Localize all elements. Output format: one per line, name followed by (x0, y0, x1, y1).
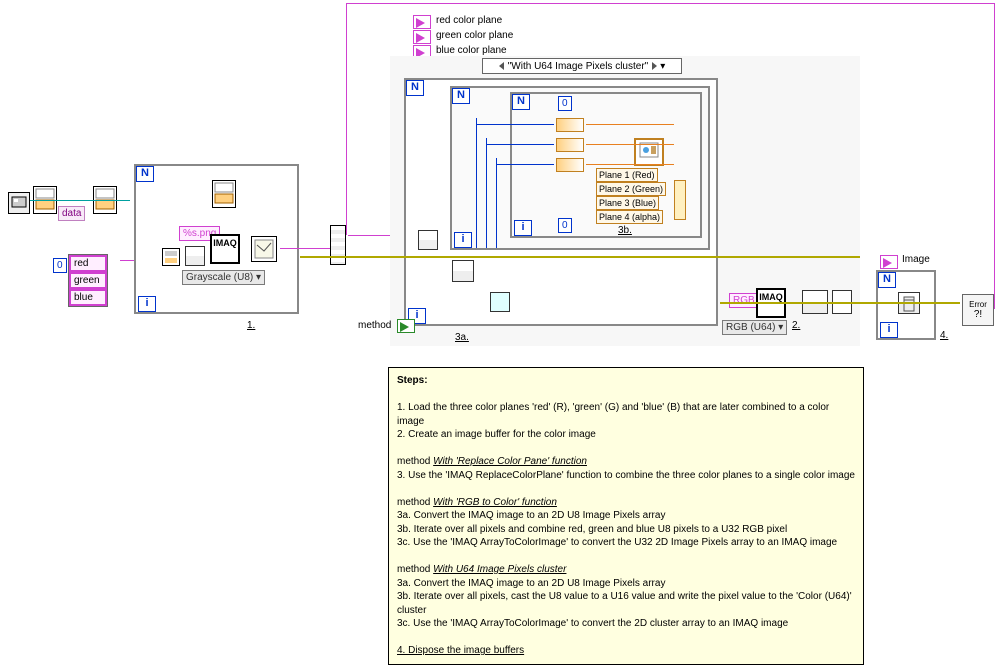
build-array-node[interactable] (330, 225, 346, 265)
format-node[interactable] (162, 248, 180, 266)
wire-blue-h1 (476, 124, 554, 125)
plane3-item: Plane 3 (Blue) (596, 196, 659, 210)
green-plane-label: green color plane (436, 30, 513, 41)
method-label: method (358, 320, 391, 331)
grayscale-ring[interactable]: Grayscale (U8) ▾ (182, 270, 265, 285)
wire-org-3 (586, 164, 674, 165)
bundle-by-name[interactable] (674, 180, 686, 220)
plane4-item: Plane 4 (alpha) (596, 210, 663, 224)
steps-m1-3: 3. Use the 'IMAQ ReplaceColorPlane' func… (397, 470, 855, 481)
case-prev-icon[interactable] (499, 62, 504, 70)
for1-i: i (138, 296, 156, 312)
steps-m3-3c: 3c. Use the 'IMAQ ArrayToColorImage' to … (397, 618, 788, 629)
steps-s4: 4. Dispose the image buffers (397, 645, 524, 656)
feedback-wire-top (346, 3, 994, 4)
for1-n: N (136, 166, 154, 182)
zero-const-inner-2: 0 (558, 218, 572, 233)
steps-m2-3a: 3a. Convert the IMAQ image to an 2D U8 I… (397, 510, 665, 521)
red-plane-label: red color plane (436, 15, 502, 26)
wire-org-1 (586, 124, 674, 125)
case-next-icon[interactable] (652, 62, 657, 70)
steps-m3-head: With U64 Image Pixels cluster (433, 564, 566, 575)
color-u64-indicator (634, 138, 664, 166)
index-array-vi[interactable] (418, 230, 438, 250)
wire-error-main (300, 256, 860, 258)
imaq-create-1[interactable]: IMAQ (210, 234, 240, 264)
feedback-wire-right (994, 3, 995, 309)
simple-error-handler[interactable]: Error ?! (962, 294, 994, 326)
rgb-u64-ring[interactable]: RGB (U64) ▾ (722, 320, 787, 335)
data-local-var: data (58, 206, 85, 221)
step-4-label: 4. (940, 330, 948, 341)
wire-blue-h2 (486, 144, 554, 145)
unbundle-vi[interactable] (490, 292, 510, 312)
steps-s2: 2. Create an image buffer for the color … (397, 429, 596, 440)
steps-m3-3a: 3a. Convert the IMAQ image to an 2D U8 I… (397, 578, 665, 589)
zero-const-inner: 0 (558, 96, 572, 111)
wire-pink-2 (280, 248, 330, 249)
image-indicator-terminal (880, 255, 898, 269)
for3b-i: i (514, 220, 532, 236)
wire-blue-2 (486, 138, 487, 248)
wire-org-2 (586, 144, 674, 145)
wire-blue-1 (476, 118, 477, 248)
for3b-n: N (512, 94, 530, 110)
zero-index-const: 0 (53, 258, 67, 273)
wire-blue-3 (496, 158, 497, 248)
grayscale-ring-text: Grayscale (U8) (186, 272, 253, 283)
for4-n: N (878, 272, 896, 288)
blue-plane-label: blue color plane (436, 45, 507, 56)
path-build-vi[interactable] (185, 246, 205, 266)
color-names-array: red green blue (68, 254, 108, 307)
method-terminal (397, 319, 415, 333)
color-row-green: green (69, 272, 107, 289)
steps-m1-head: With 'Replace Color Pane' function (433, 456, 587, 467)
imaq-to-array-vi[interactable] (452, 260, 474, 282)
steps-comment: Steps: 1. Load the three color planes 'r… (388, 367, 864, 665)
imaq-readfile-vi[interactable] (251, 236, 277, 262)
wire-teal-1 (30, 200, 130, 201)
color-row-red: red (69, 255, 107, 272)
steps-title: Steps: (397, 375, 428, 386)
steps-m2-3c: 3c. Use the 'IMAQ ArrayToColorImage' to … (397, 537, 837, 548)
rgb-const: RGB (729, 293, 759, 308)
feedback-wire-left (346, 3, 347, 235)
case-selector-label: "With U64 Image Pixels cluster" (508, 61, 648, 72)
convert-u16-1[interactable] (556, 118, 584, 132)
convert-u16-2[interactable] (556, 138, 584, 152)
step-3a-label: 3a. (455, 332, 469, 343)
wire-error-2 (720, 302, 860, 304)
green-plane-terminal (413, 30, 431, 44)
step-3b-label: 3b. (618, 225, 632, 236)
for3a-n: N (406, 80, 424, 96)
wire-error-3 (860, 302, 960, 304)
case-selector[interactable]: "With U64 Image Pixels cluster" ▾ (482, 58, 682, 74)
rgb-u64-text: RGB (U64) (726, 322, 775, 333)
wire-blue-h3 (496, 164, 554, 165)
plane1-item: Plane 1 (Red) (596, 168, 658, 182)
step-1-label: 1. (247, 320, 255, 331)
red-plane-terminal (413, 15, 431, 29)
steps-m3-3b: 3b. Iterate over all pixels, cast the U8… (397, 591, 852, 616)
image-indicator-label: Image (902, 254, 930, 265)
color-row-blue: blue (69, 289, 107, 306)
step-2-label: 2. (792, 320, 800, 331)
steps-s1: 1. Load the three color planes 'red' (R)… (397, 402, 829, 427)
wire-pink-arr (120, 260, 134, 261)
for-col-n: N (452, 88, 470, 104)
steps-m2-head: With 'RGB to Color' function (433, 497, 557, 508)
for4-i: i (880, 322, 898, 338)
app-ref-icon (8, 192, 30, 214)
plane2-item: Plane 2 (Green) (596, 182, 666, 196)
for-col-i: i (454, 232, 472, 248)
wire-pink-3 (348, 235, 390, 236)
steps-m2-3b: 3b. Iterate over all pixels and combine … (397, 524, 787, 535)
convert-u16-3[interactable] (556, 158, 584, 172)
prop-node-3[interactable] (212, 180, 236, 208)
